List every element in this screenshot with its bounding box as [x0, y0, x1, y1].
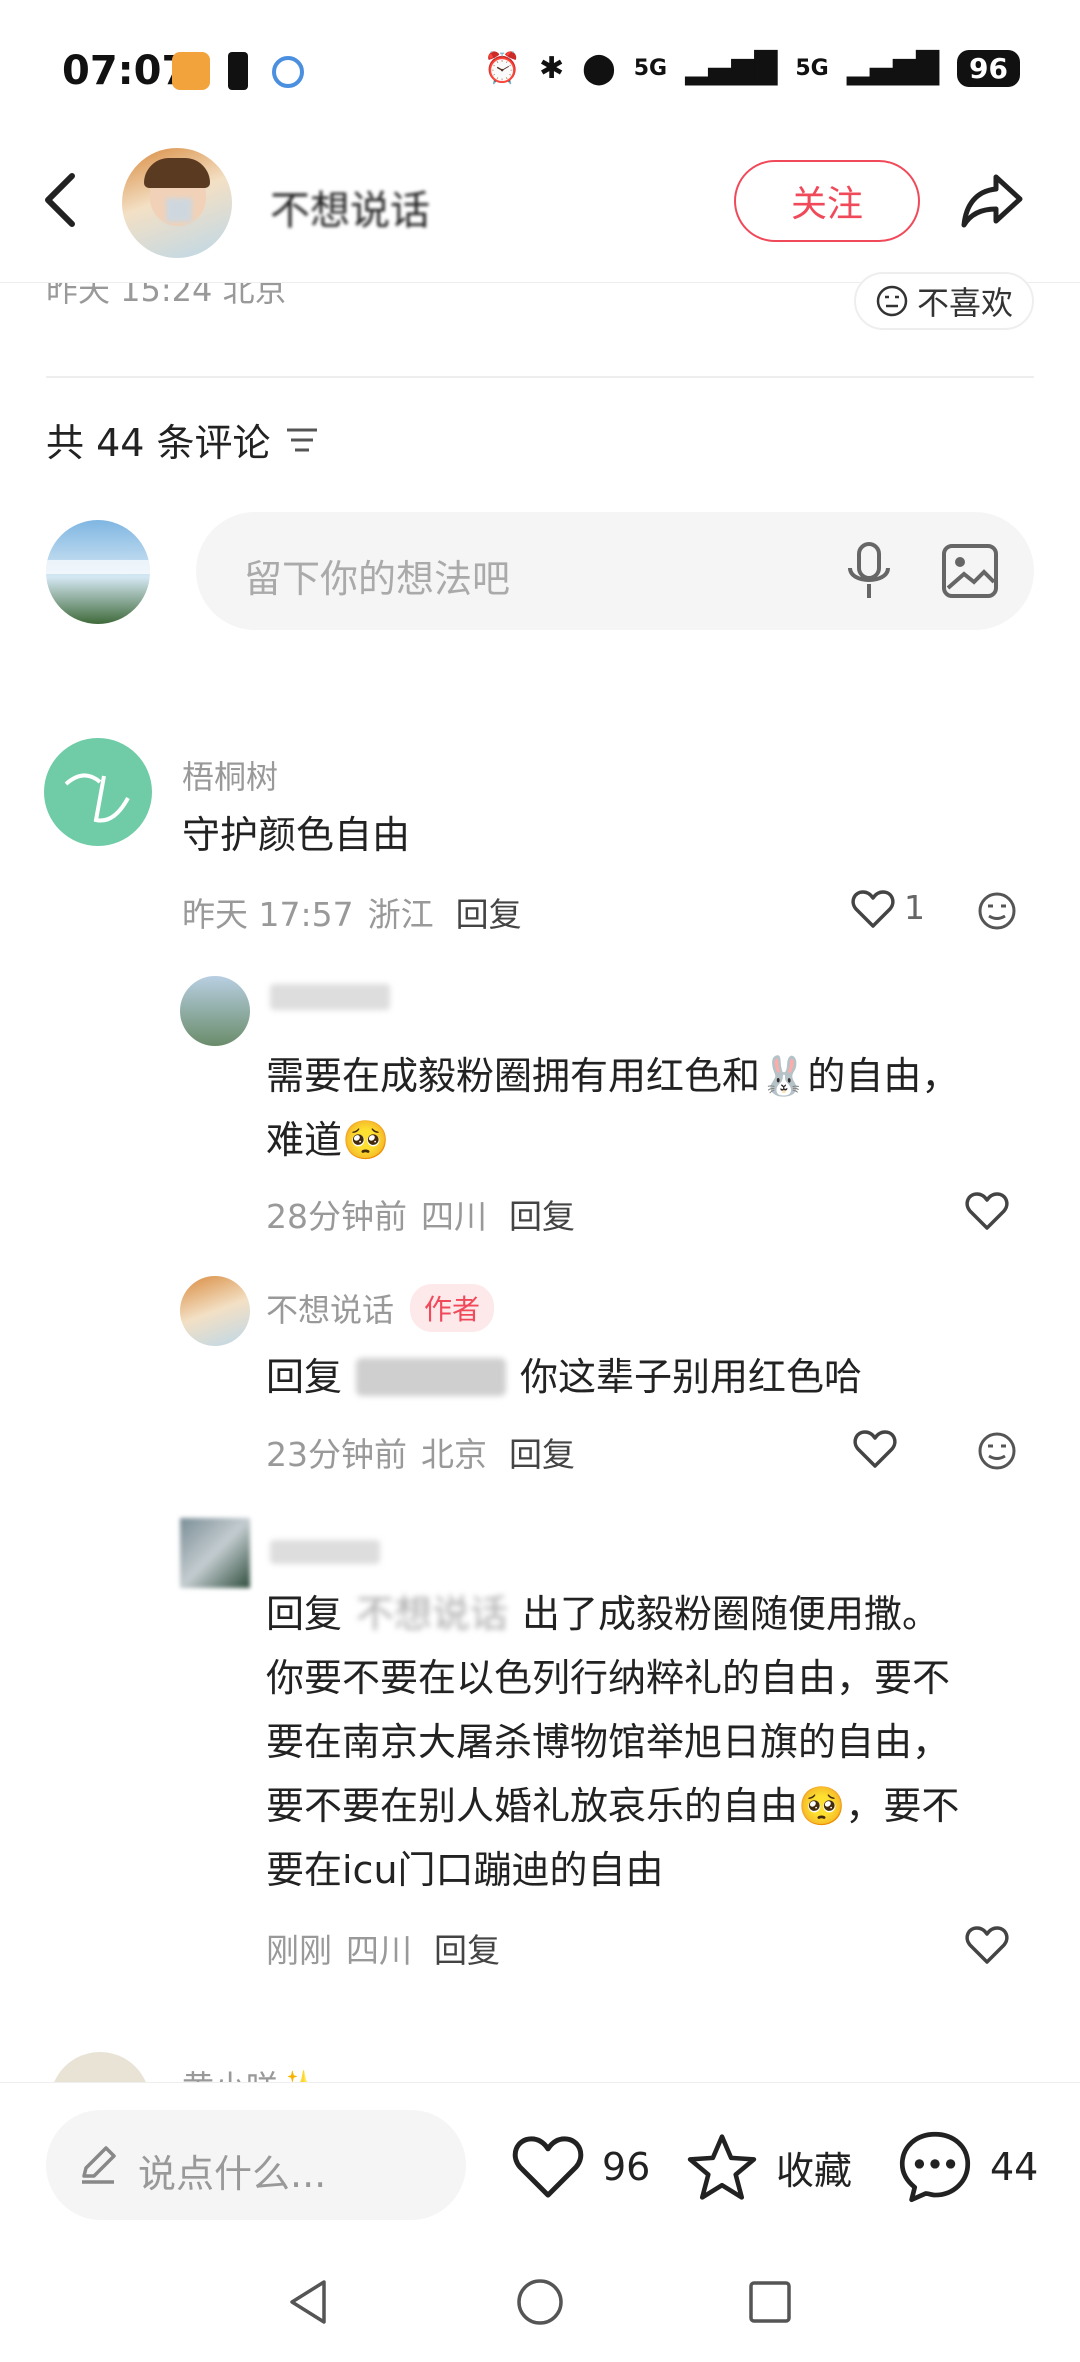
reply-body-line1: 出了成毅粉圈随便用撒。 — [522, 1592, 941, 1636]
replier-name[interactable] — [270, 984, 390, 1010]
nav-home-icon[interactable] — [514, 2276, 566, 2328]
sync-icon — [272, 56, 304, 88]
author-name[interactable]: 不想说话 — [270, 178, 430, 236]
reply-text-line5: 要在icu门口蹦迪的自由 — [266, 1848, 664, 1892]
comment-count: 共 44 条评论 — [46, 412, 319, 467]
nav-back-icon[interactable] — [282, 2276, 334, 2328]
meh-face-icon — [876, 285, 908, 317]
comment-count-label: 共 44 条评论 — [46, 421, 271, 465]
reply-prefix: 回复 — [266, 1592, 343, 1636]
reply-time: 刚刚 — [266, 1931, 332, 1970]
reply-text-line1: 回复 不想说话 出了成毅粉圈随便用撒。 — [266, 1582, 940, 1646]
replier-avatar[interactable] — [180, 1518, 250, 1588]
status-time: 07:07 — [62, 48, 190, 94]
my-avatar — [46, 520, 150, 624]
emoji-reaction-icon[interactable] — [976, 890, 1018, 932]
comment-location: 浙江 — [367, 895, 434, 934]
reply-body: 你这辈子别用红色哈 — [520, 1355, 863, 1399]
emoji-reaction-icon[interactable] — [976, 1430, 1018, 1472]
say-something-placeholder: 说点什么... — [138, 2152, 327, 2196]
reply-button[interactable]: 回复 — [434, 1924, 500, 1972]
author-reply-meta: 23分钟前 北京 回复 — [266, 1428, 575, 1476]
replier-name[interactable] — [270, 1540, 380, 1564]
location-icon: ⬤ — [582, 51, 616, 86]
reply-to-name[interactable]: 不想说话 — [356, 1582, 508, 1646]
comment-text: 守护颜色自由 — [182, 813, 411, 857]
follow-button[interactable]: 关注 — [734, 160, 920, 242]
comment-time: 昨天 17:57 — [182, 895, 354, 934]
author-avatar[interactable] — [122, 148, 232, 258]
sort-icon[interactable] — [285, 425, 319, 455]
like-total: 96 — [602, 2145, 651, 2189]
dislike-button[interactable]: 不喜欢 — [854, 272, 1034, 330]
reply-button[interactable]: 回复 — [509, 1428, 575, 1476]
next-comment-clip: 黄小咩✨ — [0, 2040, 1080, 2082]
signal-bars-2-icon: ▂▄▆█ — [846, 51, 940, 86]
reply-meta: 28分钟前 四川 回复 — [266, 1190, 575, 1238]
bottom-bar-divider — [0, 2082, 1080, 2083]
signal-5g-2: 5G — [795, 56, 829, 81]
reply-text-line3: 要在南京大屠杀博物馆举旭日旗的自由， — [266, 1720, 951, 1764]
replier-avatar[interactable] — [180, 976, 250, 1046]
reply-button[interactable]: 回复 — [456, 888, 522, 936]
like-icon[interactable] — [850, 888, 896, 930]
reply-text-line2: 你要不要在以色列行纳粹礼的自由，要不 — [266, 1656, 951, 1700]
microphone-icon[interactable] — [844, 540, 894, 602]
like-icon[interactable] — [852, 1428, 898, 1470]
reply-text-line1: 需要在成毅粉圈拥有用红色和🐰的自由， — [266, 1054, 960, 1098]
status-icons: ⏰ ✱ ⬤ 5G ▂▄▆█ 5G ▂▄▆█ 96 — [484, 50, 1020, 87]
reply-text-line2: 难道🥺 — [266, 1118, 390, 1162]
leaf-icon — [64, 773, 130, 823]
section-divider — [46, 376, 1034, 378]
author-reply-name[interactable]: 不想说话 — [266, 1285, 394, 1331]
battery-level: 96 — [957, 50, 1020, 87]
reply-location: 四川 — [346, 1931, 412, 1970]
next-commenter-avatar[interactable] — [50, 2052, 150, 2082]
mention-redacted[interactable] — [356, 1358, 507, 1396]
share-icon[interactable] — [958, 165, 1028, 235]
comment-total: 44 — [990, 2145, 1039, 2189]
like-icon[interactable] — [964, 1190, 1010, 1232]
battery-saver-icon — [228, 52, 248, 90]
dislike-label: 不喜欢 — [916, 284, 1013, 322]
app-notification-icon — [172, 52, 210, 90]
reply-prefix: 回复 — [266, 1355, 343, 1399]
reply-time: 28分钟前 — [266, 1197, 407, 1236]
author-reply-text: 回复 你这辈子别用红色哈 — [266, 1345, 862, 1409]
reply-button[interactable]: 回复 — [509, 1190, 575, 1238]
like-icon[interactable] — [964, 1924, 1010, 1966]
pen-icon — [82, 2146, 116, 2184]
collect-label: 收藏 — [776, 2148, 853, 2193]
comment-bubble-icon — [899, 2131, 971, 2203]
collect-action[interactable]: 收藏 — [684, 2130, 852, 2204]
post-time-location: 昨天 15:24 北京 — [46, 283, 287, 309]
comment-action[interactable]: 44 — [896, 2128, 1038, 2206]
commenter-avatar[interactable] — [44, 738, 152, 846]
back-icon[interactable] — [40, 170, 80, 230]
commenter-name[interactable]: 梧桐树 — [182, 752, 278, 798]
alarm-icon: ⏰ — [483, 51, 521, 86]
heart-icon — [512, 2136, 584, 2198]
reply-text-line4: 要不要在别人婚礼放哀乐的自由🥺，要不 — [266, 1784, 960, 1828]
signal-bars-1-icon: ▂▄▆█ — [685, 51, 778, 86]
star-icon — [687, 2134, 757, 2200]
reply-location: 北京 — [421, 1435, 487, 1474]
reply-time: 23分钟前 — [266, 1435, 407, 1474]
next-commenter-name[interactable]: 黄小咩✨ — [182, 2062, 318, 2082]
like-count: 1 — [904, 888, 925, 927]
bluetooth-icon: ✱ — [538, 51, 565, 86]
comment-meta: 昨天 17:57 浙江 回复 — [182, 888, 522, 936]
reply-meta: 刚刚 四川 回复 — [266, 1924, 500, 1972]
reply-location: 四川 — [421, 1197, 487, 1236]
image-icon[interactable] — [940, 542, 1000, 600]
author-reply-header: 不想说话 作者 — [266, 1284, 495, 1332]
signal-5g-1: 5G — [633, 56, 668, 81]
like-action[interactable]: 96 — [510, 2132, 650, 2202]
author-reply-avatar[interactable] — [180, 1276, 250, 1346]
author-tag: 作者 — [410, 1284, 495, 1332]
comment-input-placeholder: 留下你的想法吧 — [244, 557, 511, 601]
nav-recents-icon[interactable] — [744, 2276, 796, 2328]
